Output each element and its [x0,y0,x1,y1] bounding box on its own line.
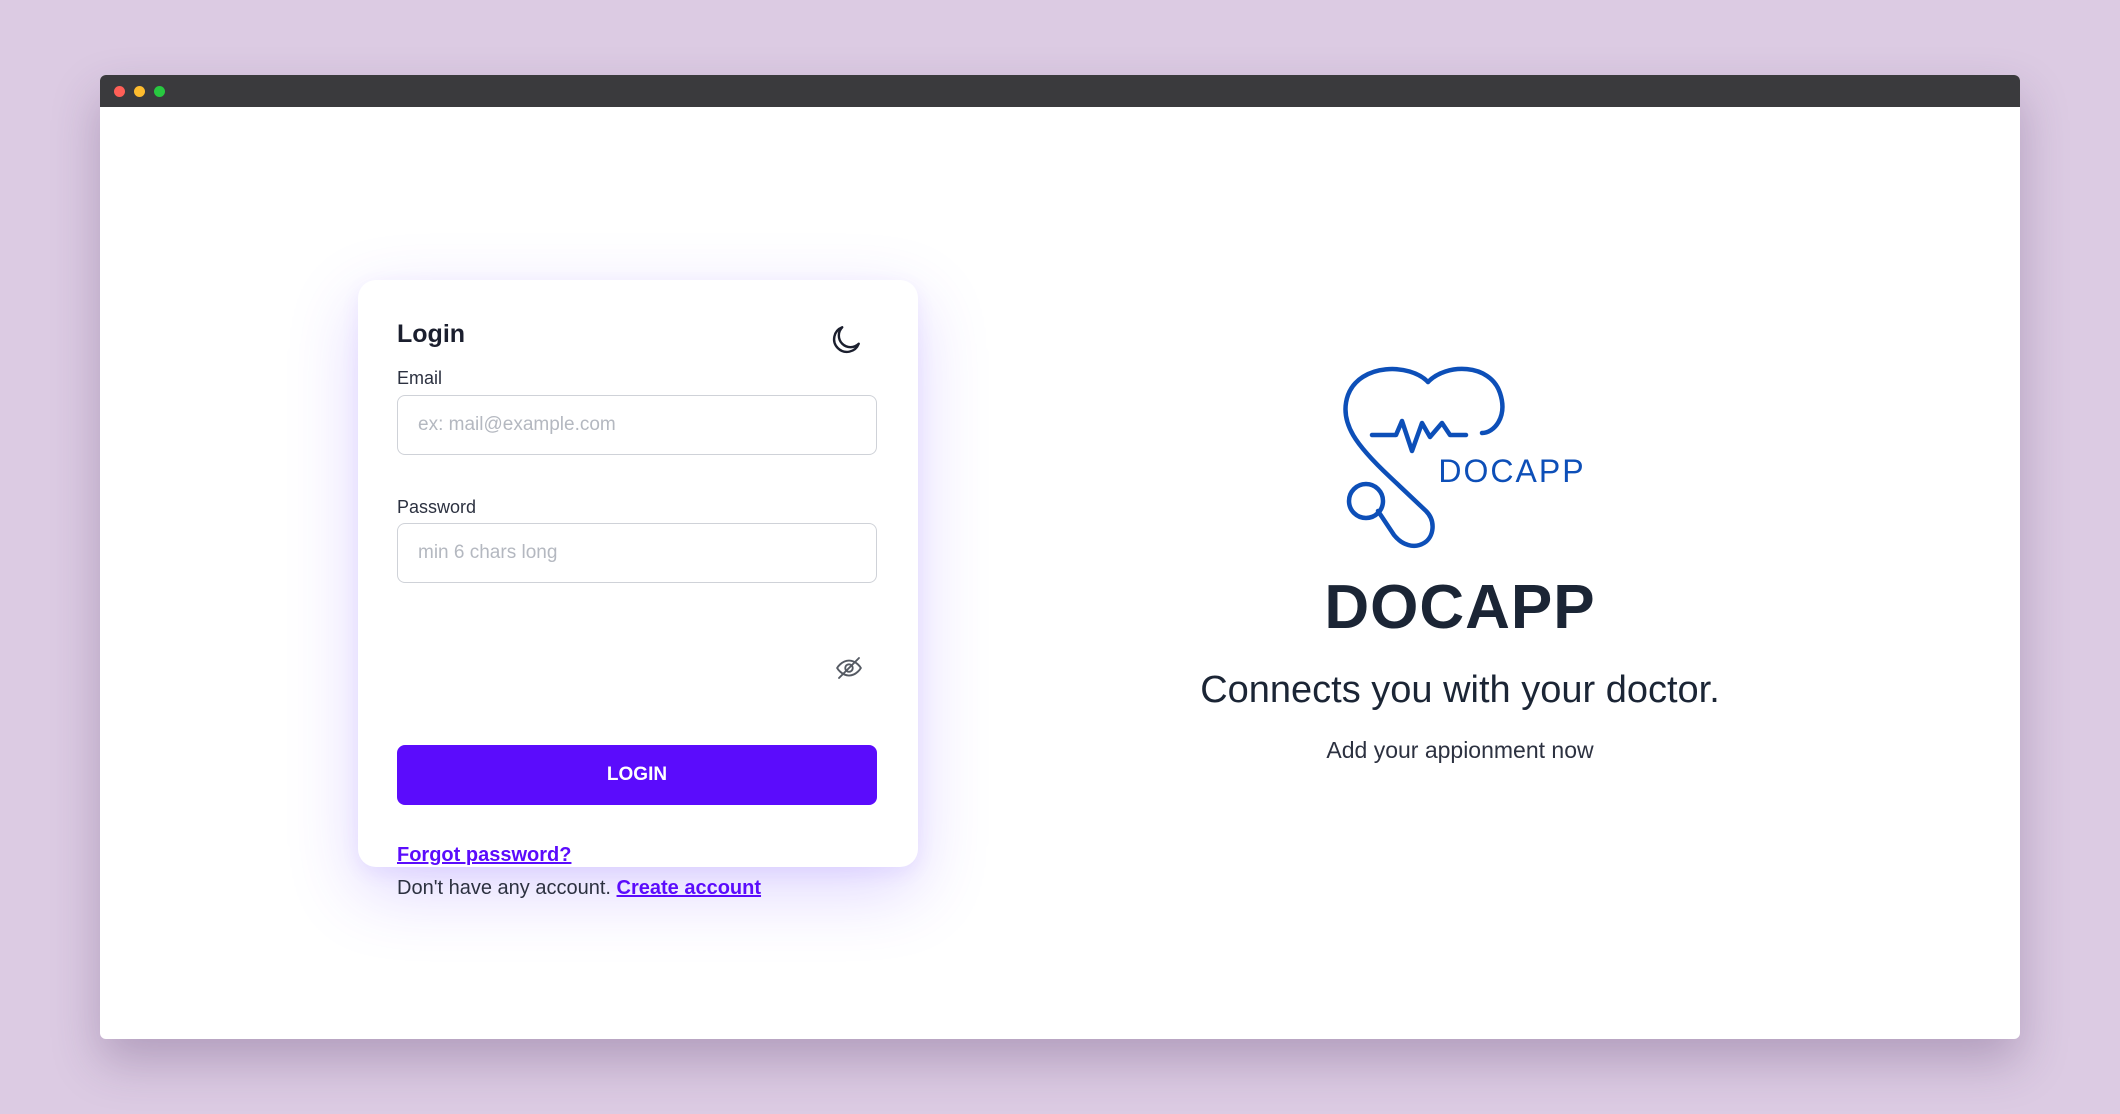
login-title: Login [397,320,466,348]
brand-tagline: Connects you with your doctor. [1200,669,1720,711]
toggle-password-visibility-button[interactable] [834,653,864,683]
login-button[interactable]: LOGIN [397,745,877,805]
moon-icon [832,326,860,354]
brand-name: DOCAPP [1324,573,1596,642]
maximize-window-button[interactable] [154,86,165,97]
browser-window: Login Email Password LOGIN Forgot passwo… [100,75,2020,1039]
minimize-window-button[interactable] [134,86,145,97]
login-card: Login Email Password LOGIN Forgot passwo… [358,280,918,899]
forgot-password-link[interactable]: Forgot password? [397,844,571,867]
create-account-link[interactable]: Create account [617,877,762,899]
brand-panel: DOCAPP DOCAPP Connects you with your doc… [1080,365,1840,765]
password-label: Password [397,497,477,517]
brand-subline: Add your appionment now [1326,737,1594,763]
eye-slash-icon [836,657,862,679]
close-window-button[interactable] [114,86,125,97]
no-account-text: Don't have any account. [397,877,611,899]
password-input[interactable] [397,523,877,583]
docapp-logo: DOCAPP [1343,366,1585,548]
signup-row: Don't have any account. Create account [397,877,761,900]
window-titlebar [100,75,2020,107]
email-input[interactable] [397,395,877,455]
email-label: Email [397,368,443,388]
theme-toggle-button[interactable] [828,322,864,358]
logo-wordmark: DOCAPP [1438,453,1585,489]
